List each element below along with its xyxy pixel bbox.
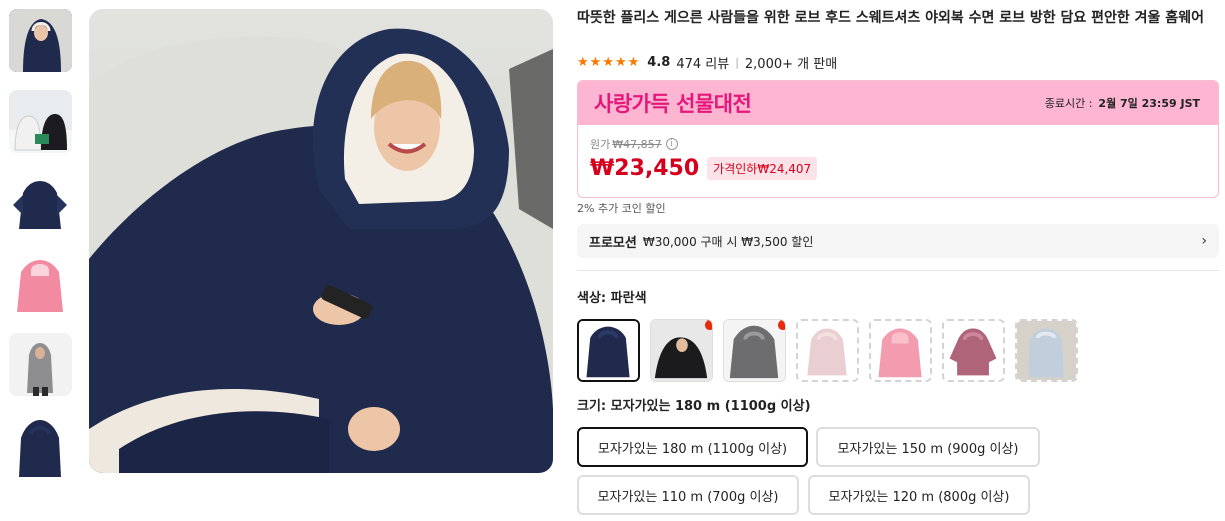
main-product-image[interactable] [89,9,553,473]
black-hoodie-swatch-image [651,320,712,381]
rating-score: 4.8 [647,54,671,70]
info-icon[interactable]: i [665,138,678,150]
light-pink-hoodie-swatch-image [798,321,857,380]
gray-hoodie-swatch-image [724,320,785,381]
original-price: ₩47,857 [612,137,662,151]
color-swatch-list [577,319,1078,382]
promotion-bar[interactable]: 프로모션 ₩30,000 구매 시 ₩3,500 할인 › [577,224,1219,258]
thumbnail-2[interactable] [9,90,72,153]
star-icon: ★ [627,54,640,70]
price-area: 원가 ₩47,857 i ₩23,450 가격인하₩24,407 [578,125,1218,192]
divider [577,270,1219,271]
star-icon: ★ [602,54,614,70]
star-rating: ★ ★ ★ ★ ★ [577,56,639,69]
promotion-text: ₩30,000 구매 시 ₩3,500 할인 [642,234,814,249]
fire-icon [705,320,712,330]
promo-header: 사랑가득 선물대전 종료시간 : 2월 7일 23:59 JST [578,81,1218,125]
pink-hoodie-swatch-image [871,321,930,380]
sale-price: ₩23,450 [590,156,700,181]
fire-icon [778,320,785,330]
discount-badge: 가격인하₩24,407 [707,157,818,180]
original-price-row: 원가 ₩47,857 i [590,136,1206,152]
swatch-light-blue[interactable] [1015,319,1078,382]
promo-end-value: 2월 7일 23:59 JST [1098,97,1200,110]
promotion-tag: 프로모션 [589,235,637,251]
swatch-black[interactable] [650,319,713,382]
thumbnail-5[interactable] [9,333,72,396]
outdoor-couple-thumbnail-image [9,90,72,153]
navy-hoodie-thumbnail-image [9,9,72,72]
original-price-label: 원가 [590,138,611,151]
thumbnail-1[interactable] [9,9,72,72]
size-option-120[interactable]: 모자가있는 120 m (800g 이상) [808,475,1030,515]
star-icon: ★ [589,54,602,70]
promo-end-label: 종료시간 : [1044,97,1093,110]
blue-hoodie-swatch-image [579,321,638,380]
navy-hoodie-model-photo [89,9,553,473]
review-count[interactable]: 474 리뷰 [676,53,729,72]
thumbnail-4[interactable] [9,252,72,315]
thumbnail-list [9,9,72,495]
size-label: 크기: 모자가있는 180 m (1100g 이상) [577,399,811,414]
sold-count: 2,000+ 개 판매 [744,56,838,72]
thumbnail-6[interactable] [9,414,72,477]
size-option-110[interactable]: 모자가있는 110 m (700g 이상) [577,475,799,515]
swatch-rose[interactable] [942,319,1005,382]
light-blue-hoodie-swatch-image [1017,321,1076,380]
size-option-180[interactable]: 모자가있는 180 m (1100g 이상) [577,427,808,467]
separator: | [735,55,739,69]
gray-hoodie-model-thumbnail-image [9,333,72,396]
coin-discount-text: 2% 추가 코인 할인 [577,202,666,215]
size-option-150[interactable]: 모자가있는 150 m (900g 이상) [816,427,1040,467]
product-title: 따뜻한 플리스 게으른 사람들을 위한 로브 후드 스웨트셔츠 야외복 수면 로… [577,10,1204,26]
price-row: ₩23,450 가격인하₩24,407 [590,156,1206,181]
thumbnail-3[interactable] [9,171,72,234]
rating-row[interactable]: ★ ★ ★ ★ ★ 4.8 474 리뷰 | 2,000+ 개 판매 [577,53,838,72]
star-icon: ★ [614,54,627,70]
color-label: 색상: 파란색 [577,291,647,306]
swatch-light-pink[interactable] [796,319,859,382]
navy-hoodie-back-thumbnail-image [9,414,72,477]
rose-hoodie-swatch-image [944,321,1003,380]
promo-price-box: 사랑가득 선물대전 종료시간 : 2월 7일 23:59 JST 원가 ₩47,8… [577,80,1219,198]
star-icon: ★ [577,54,589,70]
swatch-blue[interactable] [577,319,640,382]
navy-hoodie-flat-thumbnail-image [9,171,72,234]
swatch-gray[interactable] [723,319,786,382]
swatch-pink[interactable] [869,319,932,382]
promo-end-time: 종료시간 : 2월 7일 23:59 JST [1045,95,1200,111]
promo-title: 사랑가득 선물대전 [594,92,752,116]
pink-hoodie-thumbnail-image [9,252,72,315]
chevron-right-icon: › [1201,233,1207,249]
